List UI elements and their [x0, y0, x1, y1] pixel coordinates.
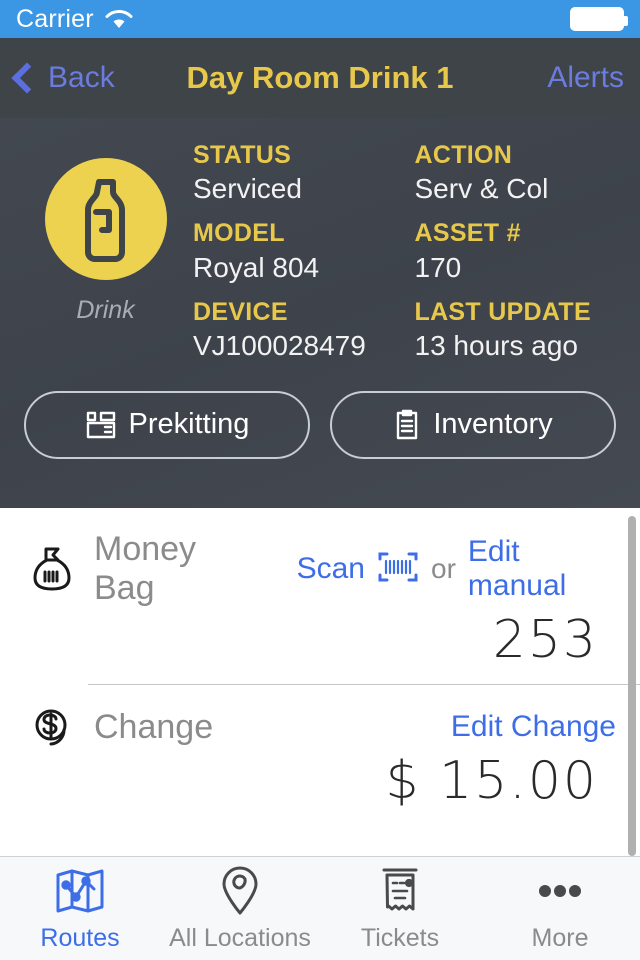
field-model: MODEL Royal 804: [193, 218, 401, 284]
field-label: STATUS: [193, 141, 292, 169]
location-pin-icon: [218, 864, 262, 918]
asset-summary: Drink STATUS Serviced ACTION Serv & Col …: [0, 140, 640, 375]
change-actions: Edit Change: [451, 710, 616, 744]
app-screen: Carrier Back Day Room Drink 1 Alerts Dri…: [0, 0, 640, 960]
money-bag-value: 253: [492, 610, 598, 670]
asset-fields: STATUS Serviced ACTION Serv & Col MODEL …: [193, 140, 622, 375]
back-button[interactable]: Back: [11, 61, 115, 95]
tab-all-locations-label: All Locations: [169, 924, 311, 952]
money-bag-header: Money Bag Scan or Edit manual: [28, 530, 616, 608]
edit-change-button[interactable]: Edit Change: [451, 710, 616, 744]
edit-manual-button[interactable]: Edit manual: [468, 535, 616, 603]
field-value: VJ100028479: [193, 329, 366, 361]
change-header: Change Edit Change: [28, 705, 616, 749]
tab-routes-label: Routes: [40, 924, 120, 952]
clipboard-icon: [397, 409, 418, 439]
tab-bar: Routes All Locations Tickets More: [0, 856, 640, 960]
field-value: Serviced: [193, 173, 302, 205]
change-title: Change: [94, 707, 214, 746]
alerts-button[interactable]: Alerts: [547, 61, 624, 95]
back-button-label: Back: [48, 61, 115, 94]
package-box-icon: [86, 411, 115, 438]
barcode-scan-icon[interactable]: [377, 549, 419, 590]
asset-detail-panel: Drink STATUS Serviced ACTION Serv & Col …: [0, 118, 640, 508]
field-status: STATUS Serviced: [193, 140, 401, 206]
status-bar: Carrier: [0, 0, 640, 38]
field-last-update: LAST UPDATE 13 hours ago: [415, 297, 623, 363]
field-label: ASSET #: [414, 219, 521, 248]
money-bag-actions: Scan or Edit manual: [297, 535, 616, 603]
tab-more[interactable]: More: [480, 857, 640, 960]
tab-routes[interactable]: Routes: [0, 857, 160, 960]
chevron-left-icon: [11, 62, 43, 94]
carrier-label: Carrier: [16, 4, 94, 33]
tab-tickets-label: Tickets: [360, 924, 440, 952]
money-bag-icon: [28, 545, 76, 593]
field-asset-number: ASSET # 170: [415, 218, 623, 284]
asset-action-buttons: Prekitting Inventory: [0, 375, 640, 459]
asset-visual: Drink: [18, 140, 193, 375]
asset-type-label: Drink: [76, 296, 135, 324]
money-bag-row: Money Bag Scan or Edit manual 253: [0, 508, 640, 684]
field-value: 170: [414, 251, 462, 283]
receipt-icon: [377, 864, 423, 918]
battery-full-icon: [570, 7, 628, 31]
or-label: or: [431, 553, 456, 584]
scan-button[interactable]: Scan: [297, 552, 365, 586]
tab-all-locations[interactable]: All Locations: [160, 857, 320, 960]
navigation-bar: Back Day Room Drink 1 Alerts: [0, 38, 640, 118]
asset-avatar: [44, 158, 167, 280]
inventory-button-label: Inventory: [433, 408, 553, 441]
inventory-button[interactable]: Inventory: [330, 390, 616, 459]
content-area: Money Bag Scan or Edit manual 253 Change…: [0, 508, 640, 856]
wifi-icon: [104, 8, 134, 30]
field-label: LAST UPDATE: [414, 297, 591, 326]
prekitting-button-label: Prekitting: [128, 408, 250, 441]
field-label: DEVICE: [193, 297, 288, 326]
field-label: MODEL: [193, 219, 285, 248]
field-device: DEVICE VJ100028479: [193, 297, 401, 363]
map-route-icon: [54, 864, 106, 918]
tab-more-label: More: [531, 924, 589, 952]
field-value: Royal 804: [193, 251, 320, 283]
money-bag-title: Money Bag: [94, 530, 197, 607]
ellipsis-icon: [537, 864, 583, 918]
prekitting-button[interactable]: Prekitting: [24, 390, 310, 459]
change-row: Change Edit Change $ 15.00: [0, 685, 640, 821]
field-value: 13 hours ago: [414, 329, 578, 361]
dollar-coin-icon: [28, 705, 76, 749]
tab-tickets[interactable]: Tickets: [320, 857, 480, 960]
field-label: ACTION: [414, 141, 513, 169]
change-value: $ 15.00: [385, 751, 598, 811]
field-action: ACTION Serv & Col: [415, 140, 623, 206]
bottle-icon: [84, 179, 125, 262]
vertical-scrollbar[interactable]: [628, 516, 636, 856]
field-value: Serv & Col: [414, 173, 549, 205]
